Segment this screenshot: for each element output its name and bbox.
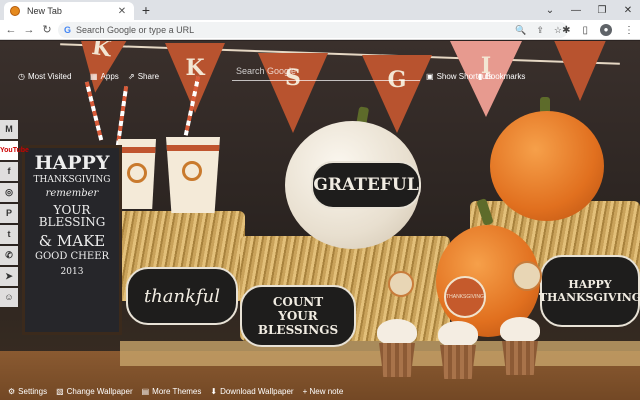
pennant-flag	[550, 41, 610, 101]
social-sidebar: M YouTube f ◎ P t ✆ ➤ ☺	[0, 120, 29, 307]
bottom-bar: ⚙ Settings ▧ Change Wallpaper ▤ More The…	[0, 382, 640, 400]
toolbar-actions: ✱ ▯ ● ⋮	[562, 22, 634, 38]
chalkboard-line: 2013	[60, 267, 84, 278]
zoom-search-icon[interactable]: 🔍	[515, 25, 526, 36]
themes-icon: ▤	[141, 386, 150, 396]
profile-avatar[interactable]: ●	[600, 24, 612, 36]
change-wallpaper-button[interactable]: ▧ Change Wallpaper	[56, 387, 133, 396]
tab-search-icon[interactable]: ⌄	[544, 5, 556, 16]
address-bar[interactable]: G Search Google or type a URL 🔍 ⇪ ☆	[58, 22, 568, 38]
new-tab-button[interactable]: +	[139, 1, 153, 19]
most-visited-label: Most Visited	[27, 71, 72, 81]
menu-icon[interactable]: ⋮	[624, 25, 634, 36]
cupcake	[375, 319, 419, 377]
reload-icon[interactable]: ↻	[40, 22, 54, 38]
more-themes-button[interactable]: ▤ More Themes	[142, 387, 202, 396]
cupcake	[436, 321, 480, 379]
download-icon: ⬇	[210, 386, 218, 396]
happy-thanksgiving-label: HAPPY THANKSGIVING	[539, 255, 640, 327]
restore-icon[interactable]: ❐	[596, 5, 608, 16]
youtube-icon[interactable]: YouTube	[0, 141, 29, 160]
new-note-label: + New note	[302, 386, 344, 396]
apps-grid-icon: ▦	[90, 71, 98, 81]
tab-strip: New Tab ✕ + ⌄ — ❐ ✕	[0, 0, 640, 20]
google-icon: G	[64, 25, 72, 35]
paper-straw	[115, 86, 129, 146]
back-icon[interactable]: ←	[4, 22, 18, 38]
tab-new-tab[interactable]: New Tab ✕	[4, 2, 134, 20]
twitter-icon[interactable]: t	[0, 225, 18, 244]
side-panel-icon[interactable]: ▯	[582, 25, 588, 36]
chalkboard-line: YOUR BLESSING	[38, 202, 106, 230]
clock-icon: ◷	[18, 71, 25, 81]
google-search-input[interactable]: Search Google	[232, 63, 420, 81]
bookmark-icon: ▮	[478, 71, 483, 81]
chalkboard-line: THANKSGIVING	[33, 174, 111, 185]
extensions-icon[interactable]: ✱	[562, 25, 570, 36]
close-icon[interactable]: ✕	[116, 6, 128, 17]
thanksgiving-wallpaper: K K S G I GRATEFUL thankful COUNT YOUR B…	[0, 41, 640, 400]
pumpkin-pick	[388, 271, 414, 297]
chalkboard-line: GOOD CHEER	[34, 250, 110, 262]
apps-label: Apps	[100, 71, 119, 81]
gear-icon: ⚙	[8, 386, 16, 396]
bookmarks-button[interactable]: ▮ Bookmarks	[478, 70, 525, 82]
bookmark-star-icon[interactable]: ☆	[554, 25, 562, 36]
party-cup	[166, 137, 220, 213]
telegram-icon[interactable]: ➤	[0, 267, 18, 286]
orange-pumpkin	[490, 111, 604, 221]
party-cup	[118, 139, 156, 209]
close-window-icon[interactable]: ✕	[622, 5, 634, 16]
new-note-button[interactable]: + New note	[303, 387, 344, 396]
pumpkin-favicon-icon	[10, 6, 20, 16]
change-wallpaper-label: Change Wallpaper	[66, 386, 133, 396]
facebook-icon[interactable]: f	[0, 162, 18, 181]
apps-button[interactable]: ▦ Apps	[90, 70, 119, 82]
count-blessings-label: COUNT YOUR BLESSINGS	[240, 285, 356, 347]
share-button[interactable]: ⇗ Share	[128, 70, 159, 82]
share-icon: ⇗	[128, 71, 135, 81]
image-icon: ▧	[56, 386, 64, 396]
settings-button[interactable]: ⚙ Settings	[8, 387, 47, 396]
chalkboard-sign: HAPPY THANKSGIVING remember YOUR BLESSIN…	[22, 145, 122, 335]
chalkboard-line: & MAKE	[38, 232, 106, 251]
whatsapp-icon[interactable]: ✆	[0, 246, 18, 265]
most-visited-button[interactable]: ◷ Most Visited	[18, 70, 71, 82]
share-page-icon[interactable]: ⇪	[536, 25, 544, 36]
gmail-icon[interactable]: M	[0, 120, 18, 139]
pumpkin-pick	[512, 261, 542, 291]
instagram-icon[interactable]: ◎	[0, 183, 18, 202]
forward-icon[interactable]: →	[22, 22, 36, 38]
address-bar-placeholder: Search Google or type a URL	[76, 25, 195, 35]
chalkboard-line: remember	[45, 188, 99, 200]
pinterest-icon[interactable]: P	[0, 204, 18, 223]
chalkboard-line: HAPPY	[34, 152, 110, 174]
thankful-label: thankful	[126, 267, 238, 325]
download-wallpaper-label: Download Wallpaper	[220, 386, 294, 396]
more-themes-label: More Themes	[152, 386, 202, 396]
thanksgiving-pick: THANKSGIVING	[444, 276, 486, 318]
settings-label: Settings	[18, 386, 48, 396]
pennant-letter: I	[480, 53, 492, 79]
cupcake	[498, 317, 542, 375]
window-controls: ⌄ — ❐ ✕	[544, 0, 634, 20]
paper-straw	[84, 81, 104, 141]
download-wallpaper-button[interactable]: ⬇ Download Wallpaper	[210, 387, 293, 396]
share-label: Share	[137, 71, 160, 81]
tab-title: New Tab	[27, 6, 62, 16]
grateful-label: GRATEFUL	[311, 161, 421, 209]
banner-string	[60, 43, 620, 65]
shortcuts-icon: ▣	[426, 71, 434, 81]
reddit-icon[interactable]: ☺	[0, 288, 18, 307]
bookmarks-label: Bookmarks	[485, 71, 526, 81]
toolbar: ← → ↻ G Search Google or type a URL 🔍 ⇪ …	[0, 20, 640, 40]
minimize-icon[interactable]: —	[570, 5, 582, 16]
